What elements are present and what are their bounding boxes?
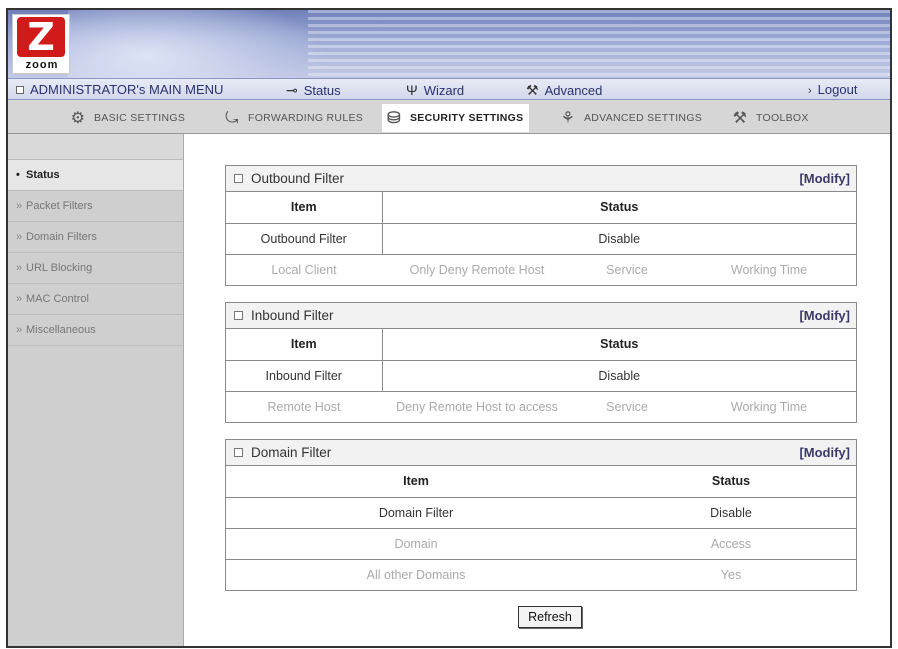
toolbox-icon: ⚒ <box>732 110 748 127</box>
domain-filter-title: Domain Filter <box>251 445 332 460</box>
banner-swoosh <box>68 10 328 78</box>
row-value: Disable <box>382 223 856 255</box>
column-header-status: Status <box>606 466 856 498</box>
inbound-filter-panel: Inbound Filter [Modify] Item Status Inbo… <box>225 302 857 423</box>
outbound-filter-table: Item Status Outbound Filter Disable Loca… <box>226 192 856 285</box>
advanced-settings-icon: ⚘ <box>560 110 576 127</box>
domain-filter-panel: Domain Filter [Modify] Item Status Domai… <box>225 439 857 591</box>
sidebar-item-domain-filters[interactable]: » Domain Filters <box>8 222 183 253</box>
sub-header-cell: Service <box>606 262 648 277</box>
sub-header-cell: Remote Host <box>267 399 341 414</box>
inbound-filter-title-bar: Inbound Filter [Modify] <box>226 303 856 329</box>
sidebar-item-packet-filters[interactable]: » Packet Filters <box>8 191 183 222</box>
security-settings-icon: ⛁ <box>387 110 401 127</box>
refresh-button[interactable]: Refresh <box>518 606 582 628</box>
tab-forwarding-rules[interactable]: ⤿ FORWARDING RULES <box>220 104 363 132</box>
row-value: Disable <box>606 497 856 529</box>
sidebar: • Status » Packet Filters » Domain Filters … <box>8 134 184 646</box>
settings-tab-bar: ⚙ BASIC SETTINGS ⤿ FORWARDING RULES ⛁ SECUR… <box>8 100 890 134</box>
sidebar-item-url-blocking[interactable]: » URL Blocking <box>8 253 183 284</box>
arrow-right-icon: › <box>808 85 812 97</box>
sub-header-cell: Working Time <box>730 262 808 277</box>
table-row: Domain Filter Disable <box>226 497 856 529</box>
outbound-filter-title: Outbound Filter <box>251 171 345 186</box>
menu-advanced-link[interactable]: ⚒ Advanced <box>526 82 602 99</box>
sidebar-item-miscellaneous[interactable]: » Miscellaneous <box>8 315 183 346</box>
row-value: Disable <box>382 360 856 392</box>
banner-stripes <box>308 10 890 78</box>
router-admin-window: Z zoom ADMINISTRATOR's MAIN MENU ⊸ Status… <box>6 8 892 648</box>
sidebar-item-mac-control[interactable]: » MAC Control <box>8 284 183 315</box>
inbound-modify-link[interactable]: [Modify] <box>799 303 850 328</box>
column-header-item: Item <box>226 466 606 498</box>
outbound-filter-panel: Outbound Filter [Modify] Item Status Out… <box>225 165 857 286</box>
panel-square-icon <box>234 448 243 457</box>
bullet-icon: • <box>16 169 20 181</box>
basic-settings-icon: ⚙ <box>70 110 86 127</box>
panel-square-icon <box>234 311 243 320</box>
main-menu-title[interactable]: ADMINISTRATOR's MAIN MENU <box>16 82 223 97</box>
tab-security-settings[interactable]: ⛁ SECURITY SETTINGS <box>382 104 530 132</box>
table-row: Item Status <box>226 329 856 361</box>
wizard-icon: Ψ <box>406 82 418 98</box>
table-row: Item Status <box>226 466 856 498</box>
table-row: Item Status <box>226 192 856 224</box>
menu-logout-link[interactable]: › Logout <box>808 82 857 97</box>
row-label: Inbound Filter <box>226 360 383 392</box>
zoom-logo-mark: Z <box>17 17 65 57</box>
column-header-item: Item <box>226 329 383 361</box>
sub-header-cell: Domain <box>226 528 606 560</box>
bullet-icon: » <box>16 324 23 336</box>
row-label: Outbound Filter <box>226 223 383 255</box>
bullet-icon: » <box>16 231 23 243</box>
table-row: Outbound Filter Disable <box>226 223 856 255</box>
menu-status-link[interactable]: ⊸ Status <box>286 82 341 99</box>
table-row: Inbound Filter Disable <box>226 360 856 392</box>
bullet-icon: » <box>16 200 23 212</box>
zoom-logo: Z zoom <box>12 14 70 74</box>
column-header-status: Status <box>382 192 856 224</box>
domain-filter-table: Item Status Domain Filter Disable Domain… <box>226 466 856 590</box>
content-area: Outbound Filter [Modify] Item Status Out… <box>185 134 890 646</box>
header-banner: Z zoom <box>8 10 890 78</box>
table-row: All other Domains Yes <box>226 559 856 590</box>
sub-header-cell: Only Deny Remote Host <box>409 262 545 277</box>
row-label: Domain Filter <box>226 497 606 529</box>
bullet-icon: » <box>16 293 23 305</box>
zoom-logo-text: zoom <box>25 59 59 71</box>
tab-toolbox[interactable]: ⚒ TOOLBOX <box>728 104 809 132</box>
main-menu-bar: ADMINISTRATOR's MAIN MENU ⊸ Status Ψ Wizar… <box>8 78 890 100</box>
table-row: Domain Access <box>226 528 856 560</box>
outbound-modify-link[interactable]: [Modify] <box>799 166 850 191</box>
sidebar-top-band <box>8 134 183 160</box>
domain-entry-cell: All other Domains <box>366 567 466 582</box>
inbound-filter-table: Item Status Inbound Filter Disable Remot… <box>226 329 856 422</box>
panel-square-icon <box>234 174 243 183</box>
domain-modify-link[interactable]: [Modify] <box>799 440 850 465</box>
table-row: Remote Host Deny Remote Host to access S… <box>226 391 856 422</box>
sub-header-cell: Deny Remote Host to access <box>396 399 558 414</box>
status-icon: ⊸ <box>286 82 298 98</box>
tab-advanced-settings[interactable]: ⚘ ADVANCED SETTINGS <box>556 104 702 132</box>
bullet-icon: » <box>16 262 23 274</box>
outbound-filter-title-bar: Outbound Filter [Modify] <box>226 166 856 192</box>
column-header-item: Item <box>226 192 383 224</box>
advanced-icon: ⚒ <box>526 82 539 98</box>
inbound-filter-title: Inbound Filter <box>251 308 334 323</box>
tab-basic-settings[interactable]: ⚙ BASIC SETTINGS <box>66 104 185 132</box>
sub-header-cell: Local Client <box>271 262 337 277</box>
forwarding-rules-icon: ⤿ <box>225 110 239 127</box>
domain-access-cell: Yes <box>720 567 742 582</box>
table-row: Local Client Only Deny Remote Host Servi… <box>226 254 856 285</box>
sidebar-item-status[interactable]: • Status <box>8 160 183 191</box>
sub-header-cell: Working Time <box>730 399 808 414</box>
column-header-status: Status <box>382 329 856 361</box>
sub-header-cell: Service <box>606 399 648 414</box>
domain-filter-title-bar: Domain Filter [Modify] <box>226 440 856 466</box>
sub-header-cell: Access <box>606 528 856 560</box>
menu-square-icon <box>16 86 24 94</box>
menu-wizard-link[interactable]: Ψ Wizard <box>406 82 464 98</box>
